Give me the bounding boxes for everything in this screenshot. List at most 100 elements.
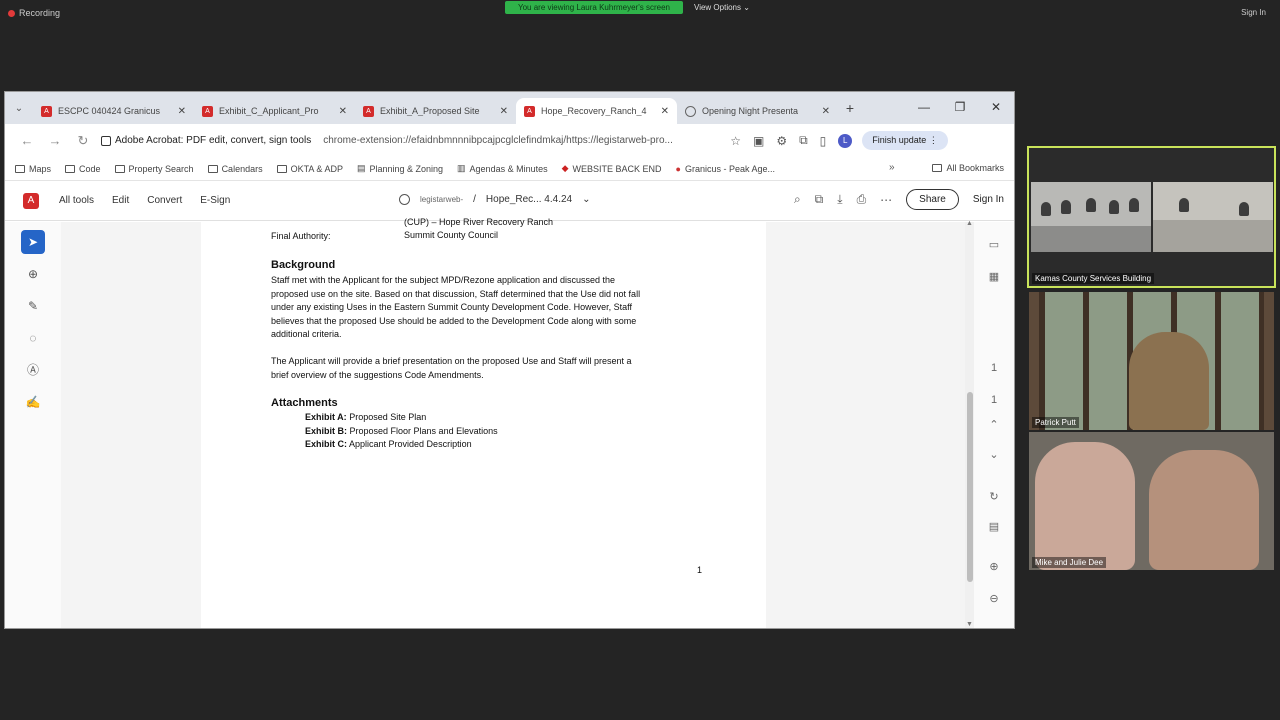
comment-zoom-icon[interactable]: ⊕	[21, 262, 45, 286]
scroll-down-icon[interactable]: ▼	[966, 621, 973, 628]
site-info-chip[interactable]: Adobe Acrobat: PDF edit, convert, sign t…	[101, 135, 311, 146]
print-icon[interactable]: ⎙	[857, 192, 867, 207]
tab-escpc-granicus[interactable]: A ESCPC 040424 Granicus ✕	[33, 98, 194, 124]
text-box-icon[interactable]: Ⓐ	[21, 358, 45, 382]
page-settings-icon[interactable]: ▤	[986, 520, 1002, 533]
tab-search-chevron-icon[interactable]: ⌄	[5, 103, 33, 114]
zoom-in-icon[interactable]: ⊕	[986, 560, 1002, 573]
extension-icon[interactable]: ▣	[753, 134, 764, 148]
acrobat-logo-icon: A	[23, 192, 39, 209]
left-tool-rail: ➤ ⊕ ✎ ◌ Ⓐ ✍	[5, 222, 61, 628]
scroll-up-icon[interactable]: ▲	[966, 220, 973, 227]
bookmark-label: WEBSITE BACK END	[572, 163, 662, 174]
participant-video-2[interactable]: Patrick Putt	[1029, 292, 1274, 430]
url-input[interactable]: chrome-extension://efaidnbmnnnibpcajpcgl…	[323, 135, 718, 146]
background-line: Staff met with the Applicant for the sub…	[271, 275, 616, 285]
zoom-sign-in-link[interactable]: Sign In	[1241, 8, 1266, 17]
tab-exhibit-a[interactable]: A Exhibit_A_Proposed Site ✕	[355, 98, 516, 124]
search-icon[interactable]: ⌕	[794, 192, 801, 207]
grid-icon[interactable]: ▦	[986, 270, 1002, 283]
page-indicator-current[interactable]: 1	[986, 362, 1002, 374]
tab-opening-night[interactable]: Opening Night Presenta ✕	[677, 98, 838, 124]
pen-icon[interactable]: ✎	[21, 294, 45, 318]
bookmark-label: Code	[79, 163, 101, 174]
folder-icon	[114, 164, 125, 173]
attachment-label: Exhibit A:	[305, 412, 347, 422]
new-tab-plus-icon[interactable]: +	[838, 100, 862, 116]
gear-icon[interactable]: ⚙	[776, 134, 787, 148]
background-line: additional criteria.	[271, 329, 342, 339]
bookmark-code[interactable]: Code	[65, 164, 101, 174]
all-tools-button[interactable]: All tools	[59, 195, 94, 206]
globe-icon	[399, 194, 410, 205]
recording-label: Recording	[19, 8, 61, 18]
close-icon[interactable]: ✕	[339, 106, 347, 117]
background-heading: Background	[271, 259, 336, 271]
doc-source: legistarweb-	[420, 195, 464, 204]
bookmark-label: OKTA & ADP	[290, 163, 343, 174]
bookmark-label: Planning & Zoning	[369, 163, 444, 174]
puzzle-extensions-icon[interactable]: ⧉	[799, 133, 808, 148]
bookmark-star-icon[interactable]: ☆	[730, 134, 741, 148]
folder-icon	[207, 164, 218, 173]
side-panel-icon[interactable]: ▯	[820, 134, 827, 148]
bookmarks-overflow-icon[interactable]: »	[889, 162, 895, 173]
bookmark-granicus[interactable]: ● Granicus - Peak Age...	[676, 164, 775, 174]
page-down-icon[interactable]: ⌄	[986, 448, 1002, 461]
page-up-icon[interactable]: ⌃	[986, 418, 1002, 431]
website-icon: ◆	[561, 163, 569, 173]
document-title[interactable]: legistarweb- / Hope_Rec... 4.4.24 ⌄	[399, 194, 590, 205]
close-window-icon[interactable]: ✕	[978, 92, 1014, 122]
scroll-thumb[interactable]	[967, 392, 973, 582]
attachment-text: Proposed Site Plan	[349, 412, 427, 422]
esign-button[interactable]: E-Sign	[200, 195, 230, 206]
convert-button[interactable]: Convert	[147, 195, 182, 206]
view-options-button[interactable]: View Options ⌄	[694, 3, 750, 12]
edit-button[interactable]: Edit	[112, 195, 129, 206]
tab-hope-recovery-ranch[interactable]: A Hope_Recovery_Ranch_4 ✕	[516, 98, 677, 124]
tab-exhibit-c[interactable]: A Exhibit_C_Applicant_Pro ✕	[194, 98, 355, 124]
bookmark-planning-zoning[interactable]: ▤ Planning & Zoning	[357, 163, 443, 174]
participant-video-3[interactable]: Mike and Julie Dee	[1029, 432, 1274, 570]
back-arrow-icon[interactable]: ←	[13, 133, 41, 148]
window-controls: — ❐ ✕	[906, 92, 1014, 122]
bookmark-maps[interactable]: Maps	[15, 164, 51, 174]
screen: Recording You are viewing Laura Kuhrmeye…	[0, 0, 1280, 720]
pages-icon[interactable]: ⧉	[815, 192, 824, 207]
bookmark-calendars[interactable]: Calendars	[207, 164, 263, 174]
lasso-icon[interactable]: ◌	[21, 326, 45, 350]
participant-name: Kamas County Services Building	[1032, 273, 1155, 284]
close-icon[interactable]: ✕	[500, 106, 508, 117]
select-cursor-icon[interactable]: ➤	[21, 230, 45, 254]
share-button[interactable]: Share	[906, 189, 959, 210]
chevron-down-icon: ⌄	[743, 3, 750, 12]
acrobat-sign-in-link[interactable]: Sign In	[973, 194, 1004, 205]
download-icon[interactable]: ⤓	[837, 192, 842, 207]
bookmark-label: Granicus - Peak Age...	[684, 163, 776, 174]
reload-icon[interactable]: ↻	[69, 133, 97, 149]
finish-update-button[interactable]: Finish update ⋮	[862, 131, 948, 150]
participant-video-1[interactable]: Kamas County Services Building	[1027, 146, 1276, 288]
tab-label: ESCPC 040424 Granicus	[58, 106, 161, 116]
zoom-out-icon[interactable]: ⊖	[986, 592, 1002, 605]
comment-icon[interactable]: ▭	[986, 238, 1002, 251]
maximize-icon[interactable]: ❐	[942, 92, 978, 122]
bookmark-agendas-minutes[interactable]: ▥ Agendas & Minutes	[457, 163, 548, 174]
viewing-screen-banner: You are viewing Laura Kuhrmeyer's screen	[505, 1, 683, 14]
minimize-icon[interactable]: —	[906, 92, 942, 122]
final-authority-value: Summit County Council	[404, 230, 499, 240]
sign-pen-icon[interactable]: ✍	[21, 390, 45, 414]
presentation-line: The Applicant will provide a brief prese…	[271, 356, 632, 366]
bookmark-property-search[interactable]: Property Search	[114, 164, 194, 174]
close-icon[interactable]: ✕	[178, 106, 186, 117]
avatar[interactable]: L	[838, 133, 853, 148]
more-options-icon[interactable]: ⋯	[880, 193, 892, 207]
person-shape	[1179, 198, 1189, 212]
forward-arrow-icon[interactable]: →	[41, 133, 69, 148]
close-icon[interactable]: ✕	[661, 106, 669, 117]
refresh-icon[interactable]: ↻	[986, 490, 1002, 503]
close-icon[interactable]: ✕	[822, 106, 830, 117]
bookmark-website-back-end[interactable]: ◆ WEBSITE BACK END	[562, 163, 662, 174]
all-bookmarks-button[interactable]: All Bookmarks	[932, 163, 1004, 173]
bookmark-okta-adp[interactable]: OKTA & ADP	[276, 163, 343, 174]
